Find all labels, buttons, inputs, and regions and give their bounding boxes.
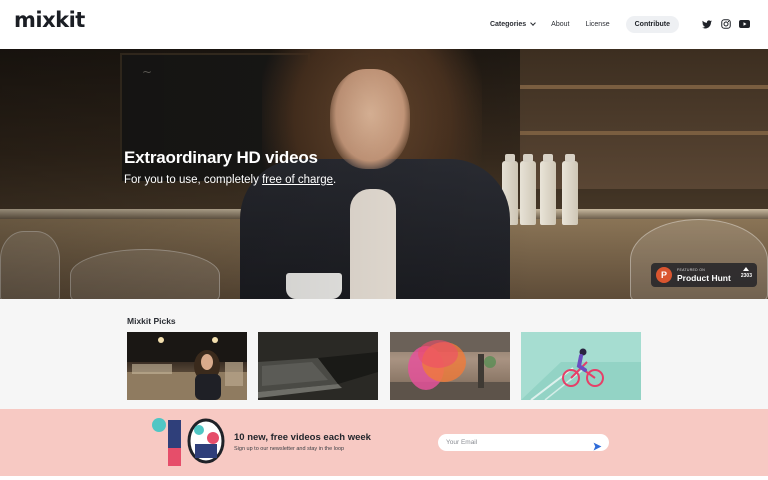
pick-thumbnail-cafe-image	[127, 332, 247, 400]
hero-subtitle-prefix: For you to use, completely	[124, 174, 263, 186]
send-arrow-icon[interactable]	[593, 438, 602, 451]
nav-categories[interactable]: Categories	[489, 19, 537, 28]
contribute-button[interactable]: Contribute	[625, 15, 679, 33]
pick-thumbnail-cyclist-image	[521, 332, 641, 400]
product-hunt-vote-count: 2303	[740, 273, 752, 279]
nav-license[interactable]: License	[585, 21, 609, 28]
pick-thumbnail-laptop[interactable]	[258, 332, 378, 400]
hero-video-banner[interactable]: ~ Extraordinary HD videos For you to use…	[0, 49, 768, 299]
hero-title: Extraordinary HD videos	[124, 148, 318, 167]
hero-subtitle-suffix: .	[333, 174, 337, 186]
hero-subtitle: For you to use, completely free of charg…	[124, 174, 336, 186]
chevron-down-icon	[530, 19, 537, 26]
pick-thumbnail-smoke[interactable]	[390, 332, 510, 400]
mixkit-picks-section: Mixkit Picks	[0, 299, 768, 409]
upvote-arrow-icon	[743, 267, 750, 271]
ten-videos-artwork	[152, 418, 225, 466]
youtube-icon[interactable]	[739, 19, 750, 30]
email-input[interactable]	[438, 434, 609, 451]
pick-thumbnail-laptop-image	[258, 332, 378, 400]
picks-title: Mixkit Picks	[127, 316, 176, 326]
site-header: mixkit Categories About License Contribu…	[0, 0, 768, 49]
product-hunt-text: FEATURED ON Product Hunt	[677, 268, 731, 283]
newsletter-subtitle: Sign up to our newsletter and stay in th…	[234, 446, 345, 452]
product-hunt-votes: 2303	[741, 267, 752, 279]
nav-about[interactable]: About	[551, 21, 569, 28]
pick-thumbnail-cyclist[interactable]	[521, 332, 641, 400]
product-hunt-featured: FEATURED ON	[677, 267, 706, 272]
mixkit-logo[interactable]: mixkit	[14, 8, 85, 32]
pick-thumbnail-cafe[interactable]	[127, 332, 247, 400]
pick-thumbnail-smoke-image	[390, 332, 510, 400]
page-footer-edge	[0, 476, 768, 480]
newsletter-section: 10 new, free videos each week Sign up to…	[0, 409, 768, 476]
hero-overlay	[0, 49, 768, 299]
main-nav: Categories About License Contribute	[490, 15, 750, 33]
twitter-icon[interactable]	[701, 19, 712, 30]
nav-categories-label: Categories	[489, 20, 527, 28]
product-hunt-name: Product Hunt	[677, 272, 731, 283]
product-hunt-badge[interactable]: P FEATURED ON Product Hunt 2303	[651, 263, 757, 287]
product-hunt-logo-icon: P	[656, 267, 672, 283]
instagram-icon[interactable]	[720, 19, 731, 30]
newsletter-title: 10 new, free videos each week	[234, 432, 371, 443]
free-of-charge-link[interactable]: free of charge	[262, 174, 333, 186]
